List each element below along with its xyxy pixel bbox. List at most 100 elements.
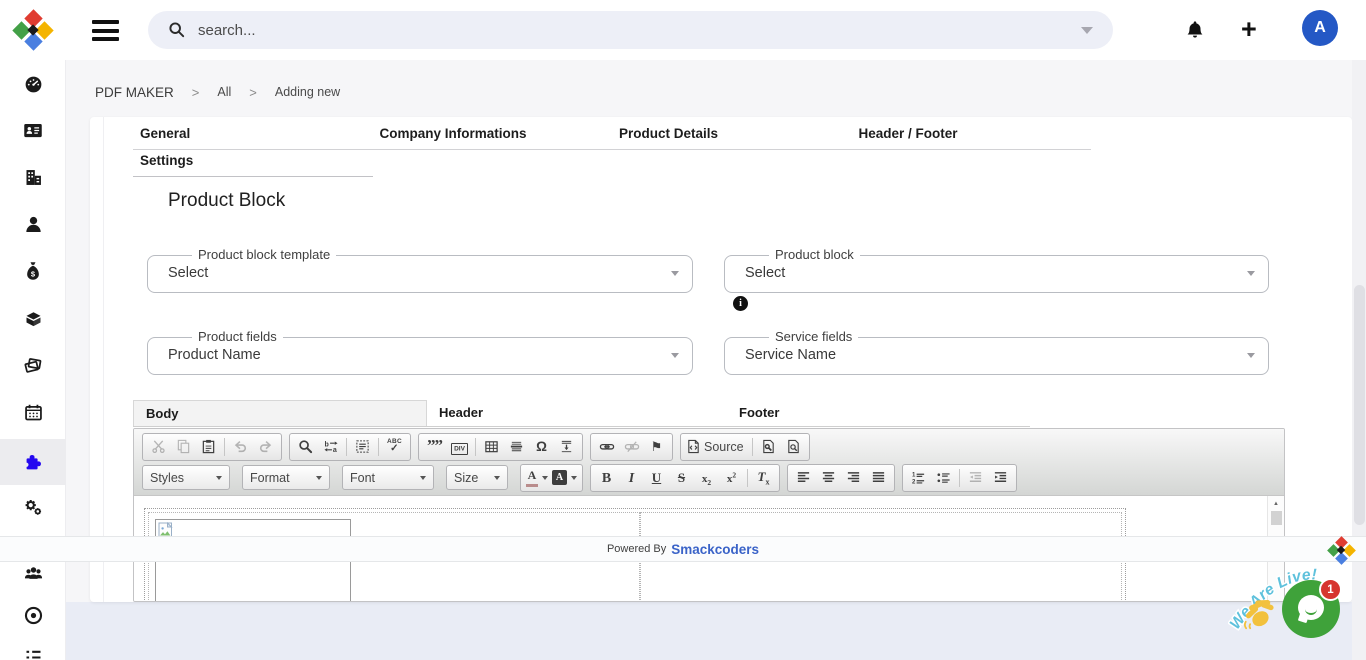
checklist-icon xyxy=(23,647,44,660)
superscript-button[interactable]: x2 xyxy=(719,466,744,490)
subscript-button[interactable]: x2 xyxy=(694,466,719,490)
align-left-button[interactable] xyxy=(791,466,816,490)
add-new-icon[interactable]: + xyxy=(1241,12,1257,46)
notifications-bell-icon[interactable] xyxy=(1184,18,1206,42)
remove-format-button[interactable]: Tx xyxy=(751,466,776,490)
tab-company-informations[interactable]: Company Informations xyxy=(373,123,613,149)
search-input[interactable] xyxy=(198,22,1073,39)
align-center-icon xyxy=(821,470,836,485)
sidebar-item-products-box[interactable] xyxy=(0,295,66,341)
editor-tab-footer[interactable]: Footer xyxy=(727,400,1030,426)
page-scrollbar-thumb[interactable] xyxy=(1354,285,1365,525)
editor-toolbar: ba ABC✓ ”” DIV Ω ⚑ Source Styles Format Font Size… xyxy=(134,429,1284,496)
id-card-icon xyxy=(22,120,44,141)
tab-header-footer[interactable]: Header / Footer xyxy=(852,123,1092,149)
styles-dropdown[interactable]: Styles xyxy=(142,465,230,490)
italic-button[interactable]: I xyxy=(619,466,644,490)
align-right-icon xyxy=(846,470,861,485)
field-label: Product fields xyxy=(192,329,283,344)
breadcrumb-item-pdf-maker[interactable]: PDF MAKER xyxy=(95,85,174,100)
text-color-button[interactable]: A xyxy=(524,466,550,490)
link-button[interactable] xyxy=(594,435,619,459)
background-color-button[interactable]: A xyxy=(550,466,579,490)
preview-button[interactable] xyxy=(781,435,806,459)
blockquote-icon: ”” xyxy=(427,438,442,456)
sidebar-item-dashboard[interactable] xyxy=(0,61,66,107)
anchor-button[interactable]: ⚑ xyxy=(644,435,669,459)
brand-link[interactable]: Smackcoders xyxy=(671,542,759,557)
toolbar-group: ”” DIV Ω xyxy=(418,433,583,461)
sidebar-item-target[interactable] xyxy=(0,592,66,638)
editor-tabs: BodyHeaderFooter xyxy=(133,400,1030,427)
select-product-fields[interactable]: Product fields Product Name xyxy=(147,337,693,375)
sidebar-item-contacts[interactable] xyxy=(0,201,66,247)
strikethrough-button[interactable]: S xyxy=(669,466,694,490)
tab-product-details[interactable]: Product Details xyxy=(612,123,852,149)
sidebar-item-checklist[interactable] xyxy=(0,634,66,660)
numbered-list-button[interactable]: 12 xyxy=(906,466,931,490)
editor-tab-body[interactable]: Body xyxy=(133,400,427,426)
search-dropdown-caret[interactable] xyxy=(1081,27,1093,34)
source-button[interactable]: Source xyxy=(684,435,749,459)
bulleted-list-button[interactable] xyxy=(931,466,956,490)
special-char-button[interactable]: Ω xyxy=(529,435,554,459)
justify-icon xyxy=(871,470,886,485)
info-icon[interactable]: i xyxy=(733,296,748,311)
templates-button[interactable] xyxy=(756,435,781,459)
search-icon xyxy=(168,21,186,39)
editor-tab-header[interactable]: Header xyxy=(427,400,727,426)
align-right-button[interactable] xyxy=(841,466,866,490)
sidebar-item-id-card[interactable] xyxy=(0,107,66,153)
hamburger-menu-icon[interactable] xyxy=(92,20,119,41)
size-dropdown[interactable]: Size xyxy=(446,465,508,490)
toolbar-group xyxy=(787,464,895,492)
chevron-down-icon xyxy=(1247,353,1255,358)
font-dropdown[interactable]: Font xyxy=(342,465,434,490)
replace-button[interactable]: ba xyxy=(318,435,343,459)
sidebar-item-building[interactable] xyxy=(0,154,66,200)
justify-button[interactable] xyxy=(866,466,891,490)
select-product-block[interactable]: Product block Select xyxy=(724,255,1269,293)
blockquote-button[interactable]: ”” xyxy=(422,435,447,459)
sidebar-item-settings-gears[interactable] xyxy=(0,484,66,530)
breadcrumb-item-adding-new[interactable]: Adding new xyxy=(275,85,340,99)
page-break-button[interactable] xyxy=(554,435,579,459)
horizontal-rule-button[interactable] xyxy=(504,435,529,459)
sidebar-item-money-bag[interactable]: $ xyxy=(0,248,66,294)
preview-icon xyxy=(786,439,801,454)
bold-button[interactable]: B xyxy=(594,466,619,490)
scroll-up-icon[interactable]: ▲ xyxy=(1268,496,1284,507)
underline-button[interactable]: U xyxy=(644,466,669,490)
breadcrumb-separator: > xyxy=(192,85,200,100)
underline-icon: U xyxy=(652,469,661,487)
breadcrumb-item-all[interactable]: All xyxy=(217,85,231,99)
strikethrough-icon: S xyxy=(678,469,685,487)
toolbar-separator xyxy=(752,438,753,456)
copy-button xyxy=(171,435,196,459)
select-service-fields[interactable]: Service fields Service Name xyxy=(724,337,1269,375)
align-left-icon xyxy=(796,470,811,485)
sidebar: $ xyxy=(0,60,66,660)
select-all-button[interactable] xyxy=(350,435,375,459)
format-dropdown[interactable]: Format xyxy=(242,465,330,490)
select-product-block-template[interactable]: Product block template Select xyxy=(147,255,693,293)
align-center-button[interactable] xyxy=(816,466,841,490)
tab-general[interactable]: General xyxy=(133,123,373,149)
tickets-icon xyxy=(22,355,44,376)
templates-icon xyxy=(761,439,776,454)
app-logo xyxy=(14,11,52,49)
sidebar-item-tickets[interactable] xyxy=(0,342,66,388)
div-container-button[interactable]: DIV xyxy=(447,435,472,459)
paste-button[interactable] xyxy=(196,435,221,459)
indent-button[interactable] xyxy=(988,466,1013,490)
sidebar-item-pdf-maker-puzzle[interactable] xyxy=(0,439,66,485)
spellcheck-button[interactable]: ABC✓ xyxy=(382,435,407,459)
editor-scrollbar-thumb[interactable] xyxy=(1271,511,1282,525)
table-button[interactable] xyxy=(479,435,504,459)
sidebar-item-calendar[interactable] xyxy=(0,389,66,435)
unlink-icon xyxy=(624,439,640,454)
find-button[interactable] xyxy=(293,435,318,459)
tab-settings[interactable]: Settings xyxy=(133,150,373,177)
avatar[interactable]: A xyxy=(1302,10,1338,46)
page-scrollbar[interactable] xyxy=(1352,60,1366,660)
